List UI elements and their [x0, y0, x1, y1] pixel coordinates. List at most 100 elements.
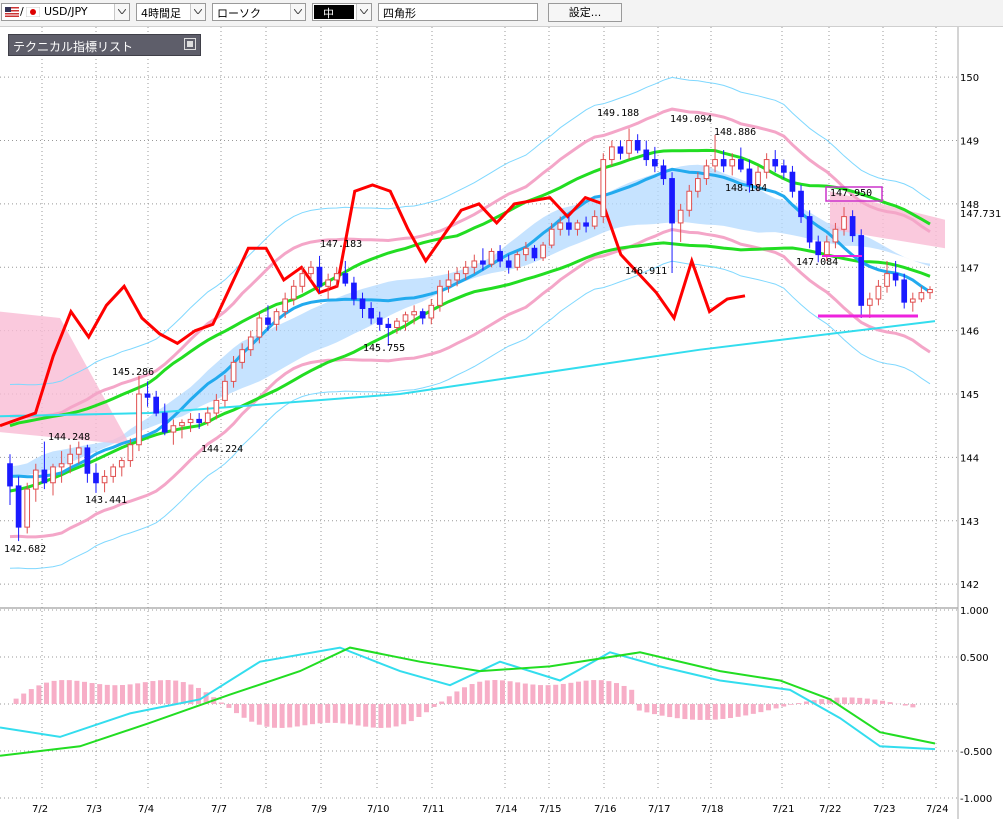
annotation-142.682: 142.682 [4, 544, 46, 555]
osc-histogram-bar [370, 704, 376, 728]
osc-histogram-bar [583, 680, 589, 704]
osc-histogram-bar [408, 704, 414, 722]
osc-histogram-bar [416, 704, 422, 718]
date-label-9: 7/15 [539, 804, 561, 815]
date-label-1: 7/3 [86, 804, 102, 815]
chevron-down-icon[interactable] [114, 4, 129, 20]
chevron-down-icon[interactable] [190, 4, 205, 20]
osc-histogram-bar [241, 704, 247, 718]
osc-histogram-bar [515, 682, 521, 704]
osc-histogram-bar [887, 702, 893, 704]
osc-histogram-bar [682, 704, 688, 720]
osc-histogram-bar [849, 697, 855, 704]
chart-style-label: ローソク [217, 7, 261, 20]
us-flag-icon [5, 7, 19, 17]
osc-histogram-bar [310, 704, 315, 725]
candle [858, 229, 865, 318]
osc-histogram-bar [477, 681, 483, 704]
price-tick-0: 150 [960, 73, 979, 84]
draw-tool-label: 四角形 [383, 7, 416, 20]
price-chart[interactable]: 7/2 7/3 7/4 7/7 7/8 7/9 7/10 7/11 7/14 7/15 7/16 7/… [0, 27, 1003, 819]
osc-histogram-bar [59, 680, 65, 704]
panel-toggle-icon[interactable] [184, 38, 196, 50]
price-tick-5: 145 [960, 390, 979, 401]
osc-histogram-bar [264, 704, 270, 727]
osc-histogram-bar [842, 697, 847, 704]
osc-histogram-bar [180, 682, 186, 704]
osc-histogram-bar [750, 704, 756, 714]
date-label-0: 7/2 [32, 804, 48, 815]
osc-histogram-bar [234, 704, 239, 714]
osc-histogram-bar [272, 704, 277, 728]
symbol-label: USD/JPY [44, 5, 88, 18]
annotation-147.084: 147.084 [796, 257, 838, 268]
osc-histogram-bar [758, 704, 764, 713]
date-label-8: 7/14 [495, 804, 517, 815]
osc-histogram-bar [796, 703, 802, 704]
osc-histogram-bar [424, 704, 429, 713]
osc-histogram-bar [454, 691, 460, 704]
osc-tick-3: -1.000 [960, 794, 992, 805]
osc-histogram-bar [720, 704, 726, 719]
osc-histogram-bar [910, 704, 916, 708]
osc-histogram-bar [21, 693, 27, 704]
candle [514, 251, 521, 271]
date-label-16: 7/24 [926, 804, 948, 815]
date-label-11: 7/17 [648, 804, 670, 815]
osc-histogram-bar [446, 696, 452, 704]
osc-histogram-bar [864, 698, 870, 704]
osc-tick-1: 0.500 [960, 653, 989, 664]
osc-histogram-bar [614, 683, 619, 704]
date-label-12: 7/18 [701, 804, 723, 815]
osc-tick-2: -0.500 [960, 747, 992, 758]
osc-histogram-bar [705, 704, 711, 720]
timeframe-select[interactable]: 4時間足 [136, 3, 206, 21]
chart-style-select[interactable]: ローソク [212, 3, 306, 21]
osc-histogram-bar [150, 681, 156, 704]
osc-histogram-bar [629, 689, 635, 704]
osc-histogram-bar [880, 700, 885, 704]
annotation-149.188: 149.188 [597, 108, 639, 119]
osc-histogram-bar [355, 704, 361, 726]
osc-histogram-bar [469, 684, 475, 704]
osc-histogram-bar [44, 682, 49, 704]
date-label-14: 7/22 [819, 804, 841, 815]
osc-histogram-bar [302, 704, 308, 726]
price-tick-1: 149 [960, 137, 979, 148]
line-width-select[interactable]: 中 [312, 3, 372, 21]
annotation-148.886: 148.886 [714, 127, 756, 138]
indicator-list-panel[interactable]: テクニカル指標リスト [8, 34, 201, 56]
osc-histogram-bar [249, 704, 255, 722]
price-tick-8: 142 [960, 580, 979, 591]
osc-histogram-bar [781, 704, 787, 707]
chevron-down-icon[interactable] [356, 4, 371, 20]
osc-histogram-bar [819, 699, 825, 704]
settings-button[interactable]: 設定... [548, 3, 622, 22]
osc-histogram-bar [652, 704, 657, 715]
osc-histogram-bar [674, 704, 680, 719]
date-label-3: 7/7 [211, 804, 227, 815]
symbol-select[interactable]: / USD/JPY [1, 3, 130, 21]
chevron-down-icon[interactable] [290, 4, 305, 20]
osc-histogram-bar [173, 680, 179, 704]
osc-histogram-bar [82, 681, 87, 704]
date-label-13: 7/21 [772, 804, 794, 815]
annotation-146.911: 146.911 [625, 266, 667, 277]
draw-tool-select[interactable]: 四角形 [378, 3, 538, 21]
candle [540, 241, 546, 261]
annotation-144.248: 144.248 [48, 432, 90, 443]
annotation-148.184: 148.184 [725, 183, 767, 194]
osc-histogram-bar [226, 704, 232, 708]
osc-histogram-bar [697, 704, 703, 720]
osc-histogram-bar [165, 680, 171, 704]
osc-histogram-bar [644, 704, 650, 713]
osc-histogram-bar [13, 698, 19, 704]
date-label-6: 7/10 [367, 804, 389, 815]
toolbar: / USD/JPY 4時間足 ローソク 中 四角形 設定... [0, 0, 1003, 27]
annotation-145.286: 145.286 [112, 367, 154, 378]
osc-histogram-bar [66, 680, 72, 704]
osc-histogram-bar [142, 682, 148, 704]
annotation-144.224: 144.224 [201, 444, 243, 455]
osc-histogram-bar [484, 680, 490, 704]
osc-histogram-bar [256, 704, 262, 725]
